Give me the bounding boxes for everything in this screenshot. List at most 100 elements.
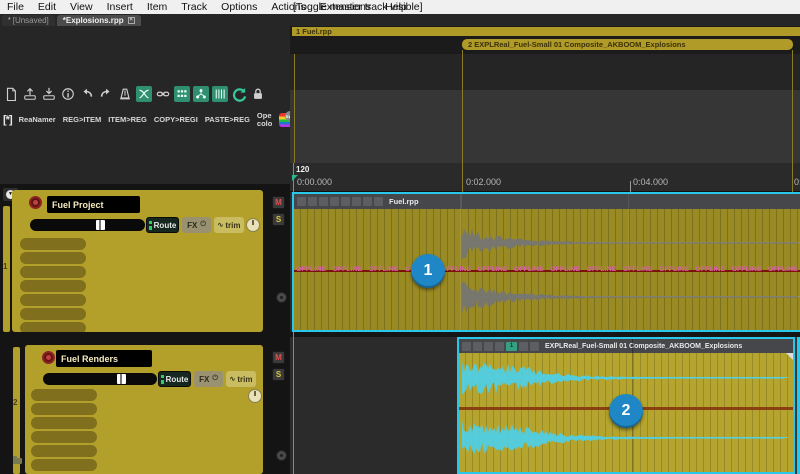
track-name-field[interactable]: Fuel Project (47, 196, 140, 213)
fx-power-icon[interactable]: ⏻ (212, 375, 218, 383)
track2-envelope-button[interactable] (276, 450, 287, 461)
track2-number: 2 (13, 398, 17, 407)
routing-icon[interactable] (193, 86, 209, 102)
arrange-view: 1 Fuel.rpp 2 EXPLReal_Fuel-Small 01 Comp… (290, 26, 800, 474)
menu-item[interactable]: Item (140, 1, 174, 13)
route-button[interactable]: Route (158, 371, 191, 387)
region-label: 2 EXPLReal_Fuel-Small 01 Composite_AKBOO… (468, 40, 686, 49)
offline-label: OFFLINE (477, 266, 507, 272)
route-label: Route (166, 375, 189, 384)
envelope-icon: ∿ (230, 375, 236, 383)
grid-lines-icon[interactable] (212, 86, 228, 102)
metronome-icon[interactable] (117, 86, 133, 102)
offline-row: OFFLINEOFFLINEOFFLINEOFFLINEOFFLINEOFFLI… (296, 264, 798, 274)
marker-lane[interactable] (290, 54, 800, 90)
trim-label: trim (225, 221, 240, 230)
media-item-fuel-rpp[interactable]: Fuel.rpp OFFLINEOFFLINEOFFLINEOFFLINEOFF… (292, 192, 800, 332)
menu-edit[interactable]: Edit (31, 1, 63, 13)
save-project-icon[interactable] (41, 86, 57, 102)
menu-options[interactable]: Options (214, 1, 264, 13)
item-title-bar[interactable]: 1 EXPLReal_Fuel-Small 01 Composite_AKBOO… (459, 339, 793, 353)
reanamer-button[interactable]: ReaNamer (19, 116, 56, 124)
pan-knob[interactable] (248, 389, 262, 403)
item-group-icon[interactable] (341, 197, 350, 206)
track-lane-pill (20, 294, 86, 306)
screenshot-icon[interactable]: [*] (3, 114, 12, 126)
item-title-bar[interactable]: Fuel.rpp (294, 194, 800, 209)
tempo-lane[interactable] (290, 90, 800, 163)
item-mute-icon[interactable] (495, 342, 504, 351)
lock-icon[interactable] (250, 86, 266, 102)
volume-handle[interactable] (117, 374, 126, 384)
volume-slider[interactable] (30, 219, 145, 231)
items-to-regions-button[interactable]: ITEM>REG (108, 116, 147, 124)
redo-icon[interactable] (98, 86, 114, 102)
volume-handle[interactable] (96, 220, 105, 230)
waveform-right-channel (462, 279, 798, 315)
paste-regions-button[interactable]: PASTE>REG (205, 116, 250, 124)
volume-slider[interactable] (43, 373, 157, 385)
track1-envelope-button[interactable] (276, 292, 287, 303)
region-marker-1[interactable]: 1 Fuel.rpp (292, 27, 800, 36)
region-matrix-icon[interactable] (174, 86, 190, 102)
folder-icon (13, 458, 22, 464)
fx-button[interactable]: FX⏻ (194, 371, 223, 387)
tab-unsaved[interactable]: * [Unsaved] (2, 15, 55, 26)
track1-panel[interactable]: Fuel Project Route FX⏻ ∿trim (12, 190, 263, 332)
track2-solo-button[interactable]: S (272, 368, 285, 381)
track2-color-strip (13, 347, 20, 474)
item-lock-icon[interactable] (473, 342, 482, 351)
ruler-tick (630, 181, 631, 192)
item-loop-icon[interactable] (462, 342, 471, 351)
link-icon[interactable] (155, 86, 171, 102)
record-arm-button[interactable] (29, 196, 42, 209)
fx-power-icon[interactable]: ⏻ (200, 221, 206, 229)
track2-mute-button[interactable]: M (272, 351, 285, 364)
item-lock-icon[interactable] (308, 197, 317, 206)
new-project-icon[interactable] (3, 86, 19, 102)
track-lane-pill (20, 252, 86, 264)
open-project-icon[interactable] (22, 86, 38, 102)
trim-button[interactable]: ∿trim (226, 371, 256, 387)
track1-mute-button[interactable]: M (272, 196, 285, 209)
trim-button[interactable]: ∿trim (214, 217, 244, 233)
region-marker-2[interactable]: 2 EXPLReal_Fuel-Small 01 Composite_AKBOO… (462, 39, 793, 50)
project-info-icon[interactable] (60, 86, 76, 102)
item-fx-icon[interactable] (519, 342, 528, 351)
track2-panel[interactable]: Fuel Renders Route FX⏻ ∿trim (25, 345, 263, 474)
fx-button[interactable]: FX⏻ (182, 217, 211, 233)
offline-label: OFFLINE (332, 266, 362, 272)
item-notes-icon[interactable] (363, 197, 372, 206)
menu-view[interactable]: View (63, 1, 100, 13)
channel-mode-badge[interactable]: 1 (506, 342, 517, 351)
undo-icon[interactable] (79, 86, 95, 102)
offline-label: OFFLINE (732, 266, 762, 272)
track-lane-pill (20, 322, 86, 332)
loop-icon[interactable] (231, 86, 247, 102)
route-button[interactable]: Route (146, 217, 179, 233)
menu-insert[interactable]: Insert (100, 1, 140, 13)
tempo-marker[interactable]: 120 (296, 165, 309, 174)
item-volume-icon[interactable] (319, 197, 328, 206)
track1-solo-button[interactable]: S (272, 213, 285, 226)
color-palette-icon[interactable]: SWS (279, 113, 290, 127)
item-properties-icon[interactable] (374, 197, 383, 206)
open-color-button[interactable]: Ope colo (257, 112, 272, 128)
item-properties-icon[interactable] (530, 342, 539, 351)
track-name-field[interactable]: Fuel Renders (56, 350, 152, 367)
item-volume-icon[interactable] (484, 342, 493, 351)
menu-track[interactable]: Track (174, 1, 214, 13)
copy-regions-button[interactable]: COPY>REGI (154, 116, 198, 124)
record-arm-button[interactable] (42, 351, 55, 364)
timeline-ruler[interactable] (290, 163, 800, 192)
crossfade-icon[interactable] (136, 86, 152, 102)
fade-corner[interactable] (786, 353, 793, 360)
regions-to-items-button[interactable]: REG>ITEM (63, 116, 102, 124)
menu-file[interactable]: File (0, 1, 31, 13)
pan-knob[interactable] (246, 218, 260, 232)
item-fx-icon[interactable] (352, 197, 361, 206)
tab-explosions[interactable]: *Explosions.rpp × (57, 15, 141, 26)
tab-close-icon[interactable]: × (128, 17, 135, 24)
item-mute-icon[interactable] (330, 197, 339, 206)
item-loop-icon[interactable] (297, 197, 306, 206)
